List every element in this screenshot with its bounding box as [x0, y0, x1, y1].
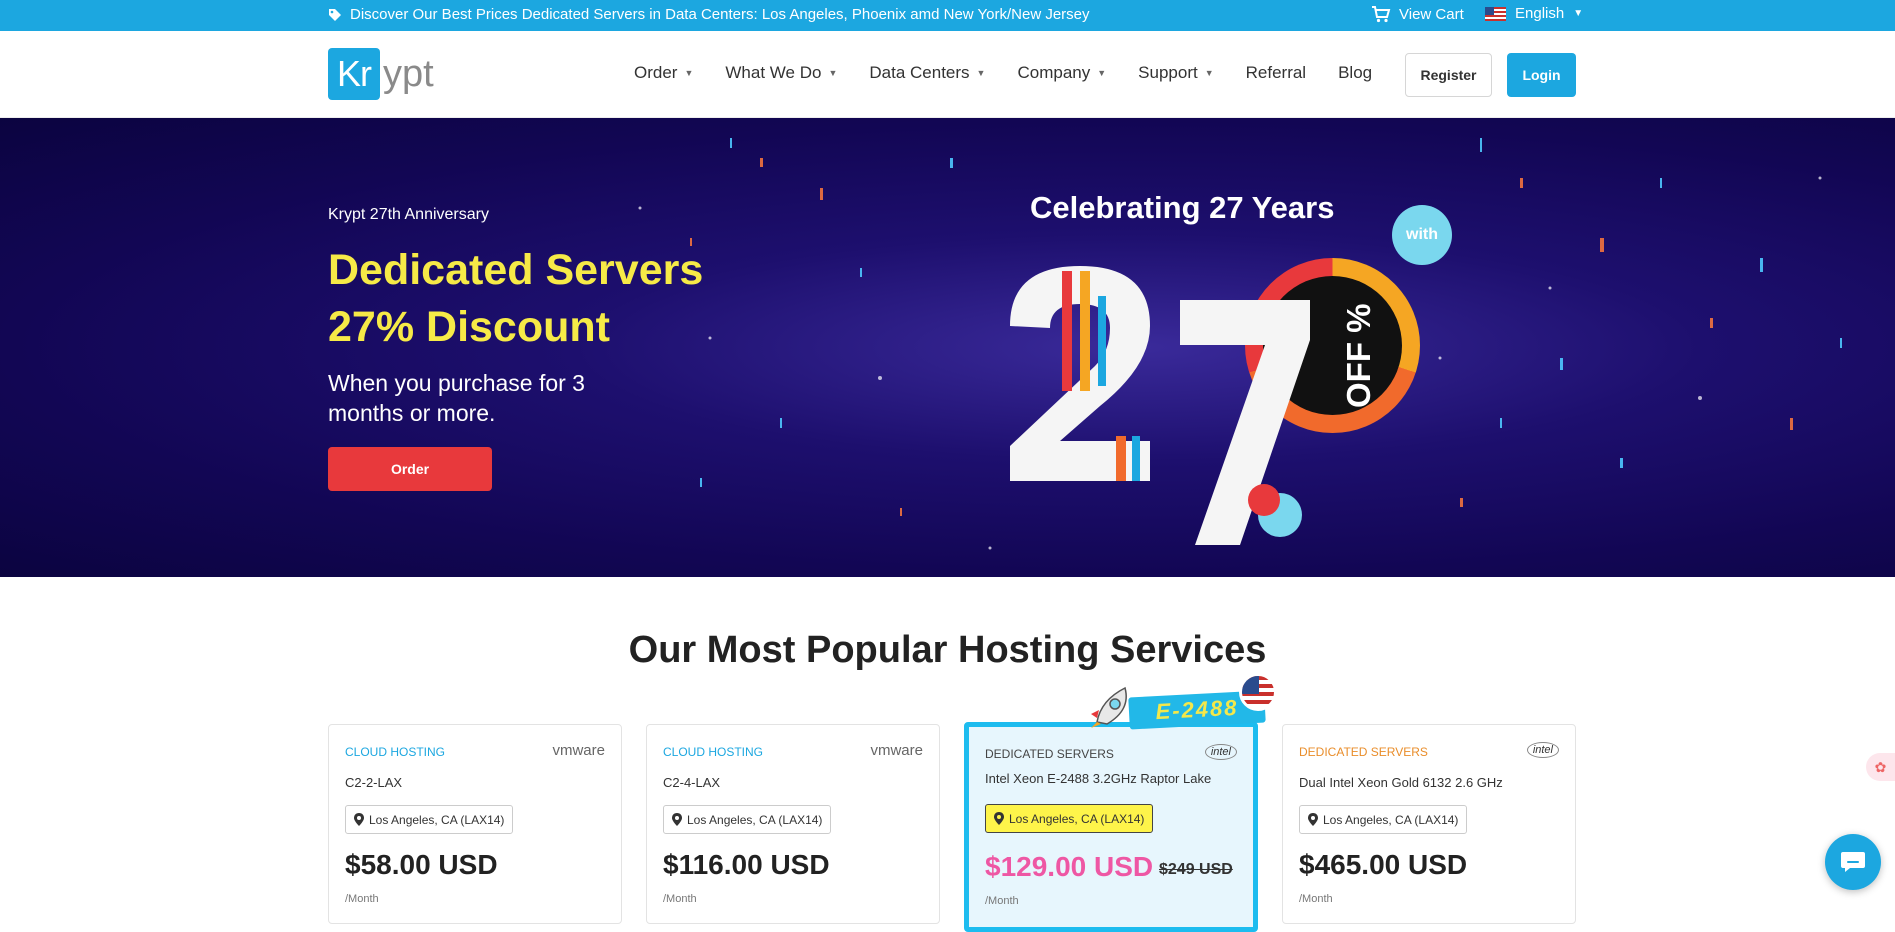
chevron-down-icon: ▼	[976, 68, 986, 78]
nav-order[interactable]: Order ▼	[634, 63, 693, 83]
hero-order-button[interactable]: Order	[328, 447, 492, 491]
map-pin-icon	[994, 812, 1004, 825]
promo-text: Discover Our Best Prices Dedicated Serve…	[350, 6, 1090, 23]
register-button[interactable]: Register	[1405, 53, 1492, 97]
nav-company[interactable]: Company ▼	[1017, 63, 1106, 83]
hero-headline: Dedicated Servers 27% Discount	[328, 242, 703, 356]
card-location-label: Los Angeles, CA (LAX14)	[1009, 811, 1145, 826]
chevron-down-icon: ▼	[1573, 8, 1584, 19]
card-plan-name: C2-4-LAX	[663, 775, 721, 790]
anniversary-number-7	[1180, 300, 1310, 545]
nav-data-centers[interactable]: Data Centers ▼	[869, 63, 985, 83]
chevron-down-icon: ▼	[684, 68, 694, 78]
vmware-logo: vmware	[552, 742, 605, 759]
chevron-down-icon: ▼	[828, 68, 838, 78]
card-location-label: Los Angeles, CA (LAX14)	[369, 812, 505, 827]
nav-support-label: Support	[1138, 63, 1198, 82]
card-location: Los Angeles, CA (LAX14)	[345, 805, 514, 834]
hero-background-lights	[638, 138, 1842, 550]
cart-icon	[1372, 6, 1391, 23]
nav-support[interactable]: Support ▼	[1138, 63, 1213, 83]
card-location: Los Angeles, CA (LAX14)	[985, 804, 1154, 833]
map-pin-icon	[354, 813, 364, 826]
nav-referral[interactable]: Referral	[1246, 63, 1306, 83]
us-flag-icon	[1485, 6, 1506, 21]
card-price: $116.00 USD	[663, 849, 830, 880]
krypt-logo[interactable]: Kr ypt	[328, 48, 434, 100]
language-selector[interactable]: English ▼	[1485, 5, 1583, 22]
plan-card-featured[interactable]: DEDICATED SERVERS intel Intel Xeon E-248…	[964, 722, 1258, 932]
anniversary-number-2	[1010, 266, 1150, 481]
nav-order-label: Order	[634, 63, 678, 82]
e2488-badge: E-2488	[1087, 673, 1277, 736]
main-nav: Order ▼ What We Do ▼ Data Centers ▼ Comp…	[634, 63, 1404, 83]
card-category: DEDICATED SERVERS	[1299, 745, 1428, 759]
chevron-down-icon: ▼	[1097, 68, 1107, 78]
plan-card[interactable]: CLOUD HOSTING vmware C2-2-LAX Los Angele…	[328, 724, 622, 924]
view-cart-label: View Cart	[1399, 5, 1464, 23]
chat-icon	[1841, 852, 1865, 872]
hero-headline-line-2: 27% Discount	[328, 303, 610, 351]
card-location: Los Angeles, CA (LAX14)	[663, 805, 832, 834]
card-period: /Month	[345, 893, 379, 905]
card-location: Los Angeles, CA (LAX14)	[1299, 805, 1468, 834]
card-category: DEDICATED SERVERS	[985, 747, 1114, 761]
chat-button[interactable]	[1825, 834, 1881, 890]
promo-banner[interactable]: Discover Our Best Prices Dedicated Serve…	[328, 6, 1090, 23]
nav-blog-label: Blog	[1338, 63, 1373, 82]
card-location-label: Los Angeles, CA (LAX14)	[687, 812, 823, 827]
hero-eyebrow: Krypt 27th Anniversary	[328, 206, 489, 223]
intel-logo: intel	[1526, 742, 1559, 758]
hero-headline-line-1: Dedicated Servers	[328, 246, 704, 294]
card-period: /Month	[663, 893, 697, 905]
card-price: $58.00 USD	[345, 849, 498, 880]
language-label: English	[1515, 5, 1565, 22]
nav-referral-label: Referral	[1245, 63, 1307, 82]
nav-company-label: Company	[1017, 63, 1091, 82]
card-price: $129.00 USD	[985, 851, 1154, 882]
logo-text: ypt	[383, 52, 434, 95]
card-price: $465.00 USD	[1299, 849, 1468, 880]
map-pin-icon	[672, 813, 682, 826]
card-period: /Month	[985, 895, 1019, 907]
nav-blog[interactable]: Blog	[1338, 63, 1372, 83]
logo-mark: Kr	[328, 48, 380, 100]
celebrate-title: Celebrating 27 Years	[1030, 190, 1335, 225]
site-header: Kr ypt Order ▼ What We Do ▼ Data Centers…	[0, 31, 1895, 118]
side-widget-icon[interactable]: ✿	[1866, 753, 1895, 781]
with-bubble: with	[1392, 205, 1452, 265]
plan-card[interactable]: CLOUD HOSTING vmware C2-4-LAX Los Angele…	[646, 724, 940, 924]
vmware-logo: vmware	[870, 742, 923, 759]
card-location-label: Los Angeles, CA (LAX14)	[1323, 812, 1459, 827]
hero-subtext: When you purchase for 3 months or more.	[328, 370, 585, 426]
card-category: CLOUD HOSTING	[663, 745, 764, 759]
login-button[interactable]: Login	[1507, 53, 1576, 97]
map-pin-icon	[1308, 813, 1318, 826]
intel-logo: intel	[1204, 744, 1237, 760]
tag-icon	[329, 8, 341, 21]
nav-what-we-do-label: What We Do	[725, 63, 822, 82]
nav-data-centers-label: Data Centers	[869, 63, 970, 82]
card-category: CLOUD HOSTING	[345, 745, 446, 759]
card-plan-name: C2-2-LAX	[345, 775, 403, 790]
us-flag-icon	[1239, 673, 1277, 711]
chevron-down-icon: ▼	[1204, 68, 1214, 78]
announcement-bar: Discover Our Best Prices Dedicated Serve…	[0, 0, 1895, 31]
off-percent-label: OFF %	[1340, 303, 1377, 409]
view-cart-link[interactable]: View Cart	[1371, 5, 1464, 23]
nav-what-we-do[interactable]: What We Do ▼	[725, 63, 837, 83]
plan-card[interactable]: DEDICATED SERVERS intel Dual Intel Xeon …	[1282, 724, 1576, 924]
hero-banner: Krypt 27th Anniversary Dedicated Servers…	[0, 118, 1895, 577]
card-plan-name: Intel Xeon E-2488 3.2GHz Raptor Lake	[985, 771, 1212, 786]
card-old-price: $249 USD	[1159, 861, 1233, 878]
section-title: Our Most Popular Hosting Services	[628, 629, 1267, 671]
card-period: /Month	[1299, 893, 1333, 905]
card-plan-name: Dual Intel Xeon Gold 6132 2.6 GHz	[1299, 775, 1503, 790]
